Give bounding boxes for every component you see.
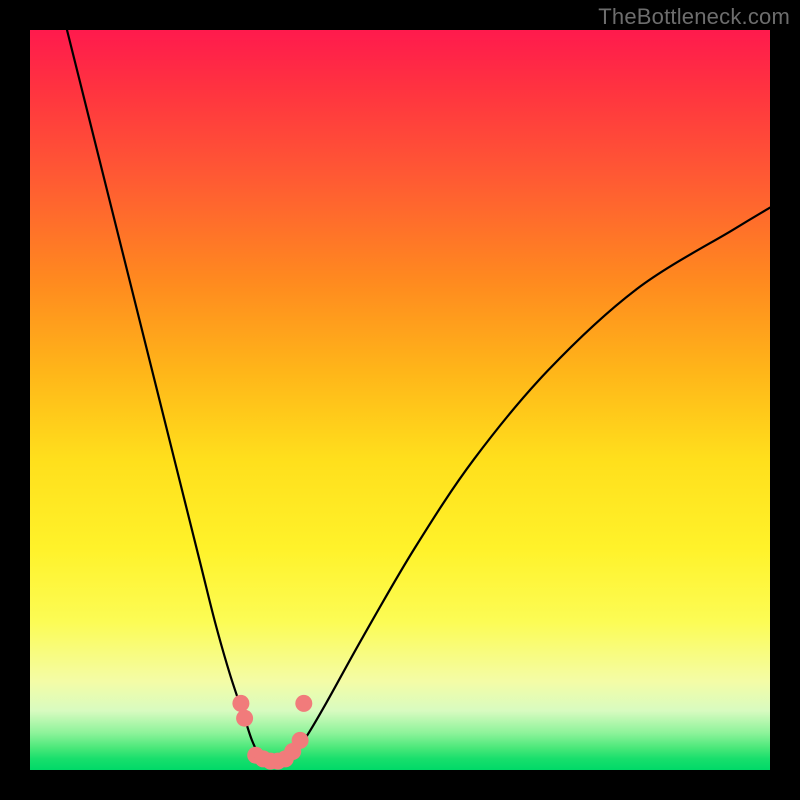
chart-svg (30, 30, 770, 770)
highlight-dot (232, 695, 249, 712)
plot-area (30, 30, 770, 770)
highlight-dot (236, 710, 253, 727)
bottleneck-curve (67, 30, 770, 763)
highlight-dot (292, 732, 309, 749)
watermark-text: TheBottleneck.com (598, 4, 790, 30)
chart-frame: TheBottleneck.com (0, 0, 800, 800)
highlight-dots (232, 695, 312, 770)
highlight-dot (295, 695, 312, 712)
